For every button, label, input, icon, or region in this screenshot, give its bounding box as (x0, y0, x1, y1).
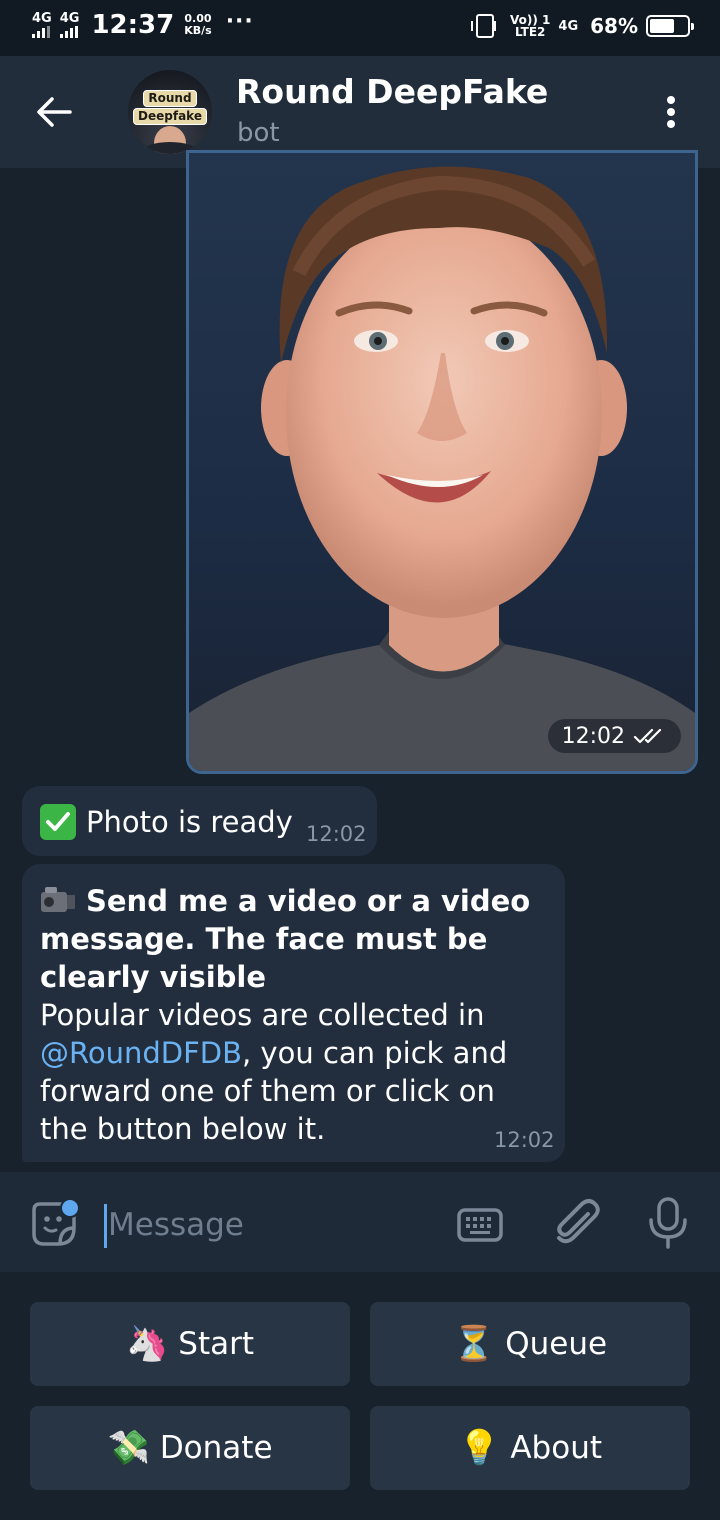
message-body: Send me a video or a video message. The … (40, 882, 550, 1148)
avatar[interactable]: Round Deepfake (128, 70, 212, 154)
queue-button-label: Queue (505, 1326, 608, 1362)
text-cursor (104, 1204, 107, 1248)
about-button[interactable]: 💡 About (370, 1406, 690, 1490)
back-button[interactable] (28, 86, 80, 138)
message-text-before-mention: Popular videos are collected in (40, 998, 485, 1032)
new-stickers-badge (60, 1198, 80, 1218)
network-speed-unit: KB/s (184, 24, 212, 37)
battery-level (650, 19, 675, 33)
queue-button[interactable]: ⏳ Queue (370, 1302, 690, 1386)
donate-button[interactable]: 💸 Donate (30, 1406, 350, 1490)
back-arrow-icon (37, 97, 72, 127)
about-button-label: About (510, 1430, 602, 1466)
message-input-bar (0, 1172, 720, 1272)
volte-line2: LTE2 (515, 25, 546, 39)
hourglass-icon: ⏳ (452, 1324, 496, 1364)
network-speed: 0.00 KB/s (184, 13, 211, 37)
chat-title[interactable]: Round DeepFake (236, 72, 548, 111)
message-time: 12:02 (494, 1128, 555, 1152)
volte-indicator: Vo)) 1 LTE2 (510, 14, 550, 38)
start-button[interactable]: 🦄 Start (30, 1302, 350, 1386)
money-with-wings-icon: 💸 (107, 1428, 150, 1468)
attach-icon[interactable] (552, 1196, 602, 1248)
message-input[interactable] (108, 1200, 428, 1250)
video-camera-emoji-icon (41, 887, 75, 912)
channel-mention-link[interactable]: @RoundDFDB (40, 1036, 242, 1070)
chat-subtitle: bot (237, 118, 280, 148)
signal-strength-sim2: 4G (59, 11, 80, 38)
network-label-sim2: 4G (59, 11, 80, 26)
vibrate-icon (471, 14, 497, 38)
start-button-label: Start (178, 1326, 255, 1362)
bot-keyboard-icon[interactable] (456, 1204, 504, 1246)
notification-overflow-icon: ··· (225, 8, 254, 34)
portrait-photo (189, 166, 695, 771)
clock: 12:37 (91, 10, 175, 40)
message-bold-text: Send me a video or a video message. The … (40, 884, 531, 994)
avatar-logo: Round Deepfake (132, 90, 208, 126)
network-label-sim1: 4G (32, 11, 52, 26)
photo-message[interactable]: 12:02 (186, 150, 698, 774)
check-mark-emoji-icon (40, 804, 76, 840)
status-bar: 4G 4G 12:37 0.00 KB/s ··· Vo)) 1 LTE2 4G… (0, 0, 720, 56)
battery-percent: 68% (590, 14, 638, 38)
message-bubble-instructions[interactable]: Send me a video or a video message. The … (22, 864, 565, 1162)
avatar-logo-line1: Round (143, 90, 197, 107)
message-time: 12:02 (306, 822, 367, 846)
donate-button-label: Donate (159, 1430, 273, 1466)
photo-timestamp: 12:02 (547, 719, 681, 753)
battery-icon (646, 15, 694, 37)
message-text: Photo is ready (86, 805, 293, 839)
unicorn-icon: 🦄 (125, 1324, 169, 1364)
network-type: 4G (558, 18, 579, 34)
light-bulb-icon: 💡 (458, 1428, 501, 1468)
message-bubble-photo-ready[interactable]: Photo is ready 12:02 (22, 786, 377, 856)
avatar-logo-line2: Deepfake (133, 108, 207, 125)
photo-time-text: 12:02 (561, 723, 625, 749)
double-check-icon (633, 728, 662, 744)
microphone-icon[interactable] (646, 1196, 690, 1250)
bot-reply-keyboard: 🦄 Start ⏳ Queue 💸 Donate 💡 About (0, 1272, 720, 1520)
more-options-button[interactable] (656, 90, 686, 134)
signal-strength-sim1: 4G (32, 12, 52, 38)
